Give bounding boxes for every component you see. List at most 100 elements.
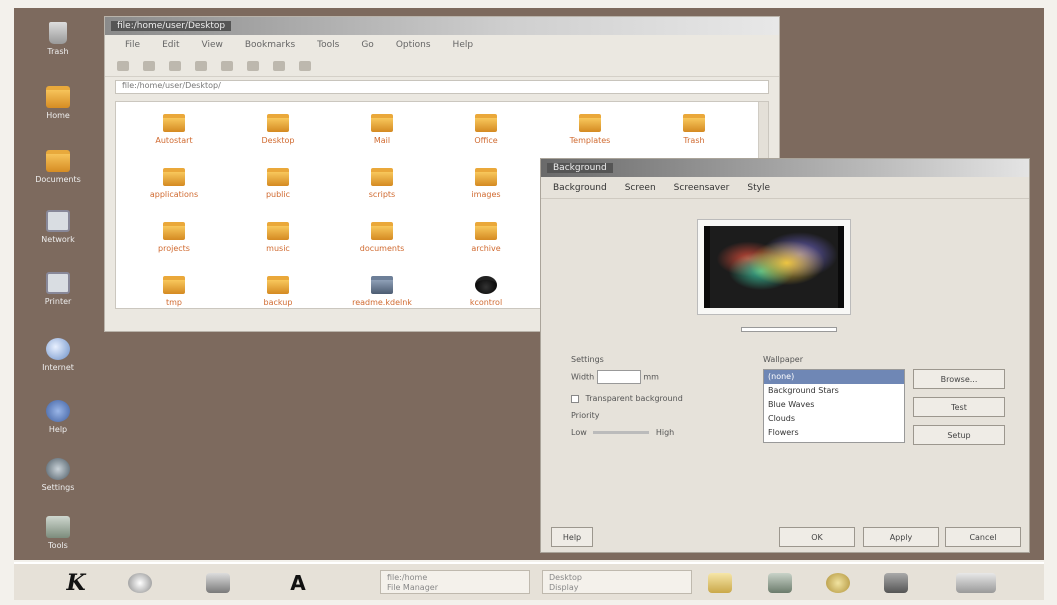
- file-item[interactable]: backup: [226, 270, 330, 324]
- desktop-icon-network[interactable]: Network: [28, 210, 88, 244]
- width-label: Width: [571, 372, 595, 382]
- tab-screen[interactable]: Screen: [625, 183, 656, 193]
- width-field[interactable]: [596, 370, 641, 384]
- menubar: File Edit View Bookmarks Tools Go Option…: [105, 35, 779, 55]
- wallpaper-list[interactable]: (none) Background Stars Blue Waves Cloud…: [763, 369, 905, 443]
- cancel-button[interactable]: Cancel: [945, 527, 1021, 547]
- dialog-titlebar[interactable]: Background: [541, 159, 1029, 177]
- task-file-manager[interactable]: file:/home File Manager: [380, 570, 530, 594]
- help-icon: [46, 400, 70, 422]
- file-label: Desktop: [261, 136, 295, 145]
- file-item[interactable]: Templates: [538, 108, 642, 162]
- program-icon: [475, 276, 497, 294]
- task-line: Display: [549, 583, 579, 592]
- file-item[interactable]: images: [434, 162, 538, 216]
- file-item[interactable]: readme.kdelnk: [330, 270, 434, 324]
- folder-icon: [163, 114, 185, 132]
- folder-icon: [579, 114, 601, 132]
- home-icon[interactable]: [169, 60, 181, 71]
- list-item[interactable]: Background Stars: [764, 384, 904, 398]
- back-icon[interactable]: [117, 60, 129, 71]
- reload-icon[interactable]: [195, 60, 207, 71]
- stop-icon[interactable]: [299, 60, 311, 71]
- desktop-icon-printer[interactable]: Printer: [28, 272, 88, 306]
- copy-icon[interactable]: [221, 60, 233, 71]
- file-label: projects: [158, 244, 190, 253]
- test-button[interactable]: Test: [913, 397, 1005, 417]
- desktop-icon-label: Settings: [41, 483, 75, 492]
- file-manager-titlebar[interactable]: file:/home/user/Desktop: [105, 17, 779, 35]
- menu-help[interactable]: Help: [453, 40, 474, 50]
- menu-file[interactable]: File: [125, 40, 140, 50]
- paste-icon[interactable]: [247, 60, 259, 71]
- file-item[interactable]: scripts: [330, 162, 434, 216]
- file-item[interactable]: archive: [434, 216, 538, 270]
- task-background-dialog[interactable]: Desktop Display: [542, 570, 692, 594]
- transparent-checkbox[interactable]: [571, 394, 579, 403]
- menu-go[interactable]: Go: [361, 40, 373, 50]
- file-item[interactable]: Mail: [330, 108, 434, 162]
- sound-icon[interactable]: [826, 570, 850, 596]
- file-label: images: [471, 190, 501, 199]
- task-line: Desktop: [549, 573, 582, 582]
- desktop-icon-help[interactable]: Help: [28, 400, 88, 434]
- list-item[interactable]: Clouds: [764, 412, 904, 426]
- file-item[interactable]: public: [226, 162, 330, 216]
- network-icon[interactable]: [768, 570, 792, 596]
- editor-button[interactable]: A: [286, 570, 310, 596]
- ok-button[interactable]: OK: [779, 527, 855, 547]
- folder-icon: [163, 276, 185, 294]
- preview-monitor: [697, 219, 851, 315]
- forward-icon[interactable]: [143, 60, 155, 71]
- preview-stand: [741, 327, 837, 332]
- file-item[interactable]: Autostart: [122, 108, 226, 162]
- list-item[interactable]: (none): [764, 370, 904, 384]
- setup-button[interactable]: Setup: [913, 425, 1005, 445]
- k-menu-button[interactable]: K: [64, 570, 88, 596]
- width-unit: mm: [643, 372, 659, 382]
- menu-bookmarks[interactable]: Bookmarks: [245, 40, 295, 50]
- clock-icon[interactable]: [956, 570, 996, 596]
- folder-icon: [46, 86, 70, 108]
- menu-options[interactable]: Options: [396, 40, 431, 50]
- menu-tools[interactable]: Tools: [317, 40, 339, 50]
- tab-style[interactable]: Style: [747, 183, 770, 193]
- terminal-icon[interactable]: [206, 570, 230, 596]
- menu-edit[interactable]: Edit: [162, 40, 179, 50]
- folder-icon: [267, 168, 289, 186]
- notes-icon[interactable]: [708, 570, 732, 596]
- file-item[interactable]: kcontrol: [434, 270, 538, 324]
- window-list-icon[interactable]: [128, 570, 152, 596]
- desktop-icon-label: Internet: [42, 363, 74, 372]
- apply-button[interactable]: Apply: [863, 527, 939, 547]
- desktop-icon-label: Documents: [35, 175, 81, 184]
- file-item[interactable]: Office: [434, 108, 538, 162]
- file-label: archive: [471, 244, 501, 253]
- browse-button[interactable]: Browse...: [913, 369, 1005, 389]
- file-label: backup: [263, 298, 293, 307]
- tab-screensaver[interactable]: Screensaver: [674, 183, 730, 193]
- file-item[interactable]: documents: [330, 216, 434, 270]
- list-item[interactable]: Flowers: [764, 426, 904, 440]
- help-button[interactable]: Help: [551, 527, 593, 547]
- desktop-icon-tools[interactable]: Tools: [28, 516, 88, 550]
- desktop-icon-trash[interactable]: Trash: [28, 22, 88, 56]
- file-item[interactable]: Desktop: [226, 108, 330, 162]
- file-item[interactable]: music: [226, 216, 330, 270]
- file-item[interactable]: Trash: [642, 108, 746, 162]
- tab-background[interactable]: Background: [553, 183, 607, 193]
- desktop-icon-internet[interactable]: Internet: [28, 338, 88, 372]
- monitor-icon[interactable]: [884, 570, 908, 596]
- menu-view[interactable]: View: [202, 40, 223, 50]
- priority-slider[interactable]: [593, 431, 650, 434]
- desktop-icon-documents[interactable]: Documents: [28, 150, 88, 184]
- file-item[interactable]: applications: [122, 162, 226, 216]
- file-item[interactable]: projects: [122, 216, 226, 270]
- settings-group-title: Settings: [571, 355, 604, 364]
- location-input[interactable]: file:/home/user/Desktop/: [115, 80, 769, 94]
- file-item[interactable]: tmp: [122, 270, 226, 324]
- print-icon[interactable]: [273, 60, 285, 71]
- desktop-icon-home[interactable]: Home: [28, 86, 88, 120]
- desktop-icon-settings[interactable]: Settings: [28, 458, 88, 492]
- list-item[interactable]: Blue Waves: [764, 398, 904, 412]
